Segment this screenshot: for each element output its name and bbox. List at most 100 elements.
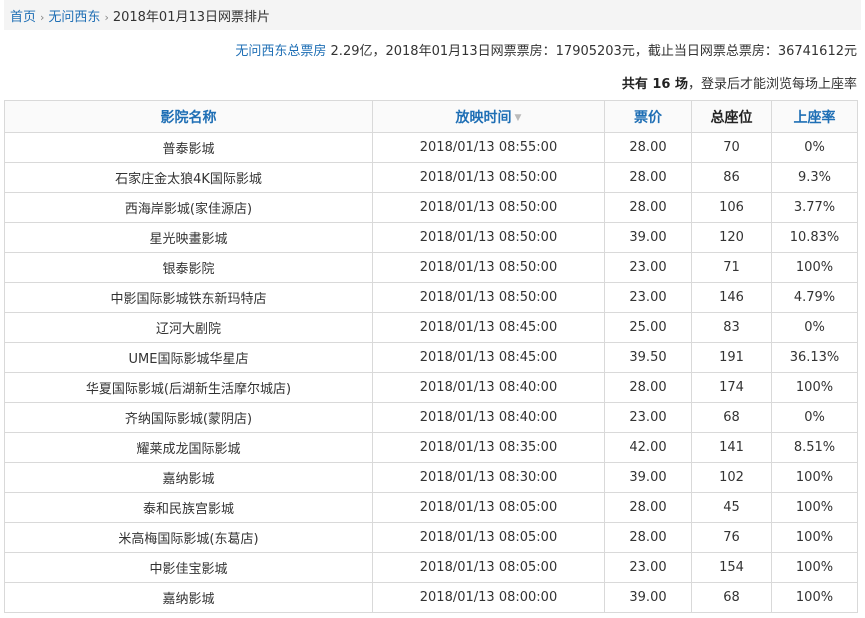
table-row: 米高梅国际影城(东葛店) 2018/01/13 08:05:00 28.00 7… <box>4 522 858 553</box>
cell-cinema: UME国际影城华星店 <box>4 342 373 373</box>
breadcrumb-home-link[interactable]: 首页 <box>10 10 36 25</box>
table-row: UME国际影城华星店 2018/01/13 08:45:00 39.50 191… <box>4 342 858 373</box>
cell-cinema: 中影佳宝影城 <box>4 552 373 583</box>
cell-cinema: 西海岸影城(家佳源店) <box>4 192 373 223</box>
cell-seats: 146 <box>691 282 772 313</box>
cell-price: 23.00 <box>604 402 692 433</box>
cell-price: 28.00 <box>604 192 692 223</box>
table-row: 华夏国际影城(后湖新生活摩尔城店) 2018/01/13 08:40:00 28… <box>4 372 858 403</box>
cell-seats: 70 <box>691 132 772 163</box>
cell-time: 2018/01/13 08:55:00 <box>372 132 605 163</box>
cell-cinema: 华夏国际影城(后湖新生活摩尔城店) <box>4 372 373 403</box>
breadcrumb-separator-icon: › <box>40 11 45 24</box>
cell-seats: 106 <box>691 192 772 223</box>
cell-price: 28.00 <box>604 132 692 163</box>
cell-seats: 68 <box>691 402 772 433</box>
cell-price: 39.00 <box>604 222 692 253</box>
breadcrumb: 首页 › 无问西东 › 2018年01月13日网票排片 <box>4 0 861 30</box>
cell-time: 2018/01/13 08:00:00 <box>372 582 605 613</box>
cell-time: 2018/01/13 08:45:00 <box>372 312 605 343</box>
table-row: 银泰影院 2018/01/13 08:50:00 23.00 71 100% <box>4 252 858 283</box>
cell-rate: 100% <box>771 372 858 403</box>
table-row: 中影佳宝影城 2018/01/13 08:05:00 23.00 154 100… <box>4 552 858 583</box>
cell-seats: 174 <box>691 372 772 403</box>
cell-time: 2018/01/13 08:50:00 <box>372 252 605 283</box>
cell-cinema: 星光映畫影城 <box>4 222 373 253</box>
cell-seats: 76 <box>691 522 772 553</box>
column-header-rate[interactable]: 上座率 <box>771 100 858 133</box>
cell-price: 42.00 <box>604 432 692 463</box>
cell-price: 28.00 <box>604 162 692 193</box>
cell-seats: 141 <box>691 432 772 463</box>
cell-price: 25.00 <box>604 312 692 343</box>
cell-time: 2018/01/13 08:50:00 <box>372 282 605 313</box>
cell-price: 39.50 <box>604 342 692 373</box>
column-header-seats: 总座位 <box>691 100 772 133</box>
cell-time: 2018/01/13 08:30:00 <box>372 462 605 493</box>
table-row: 石家庄金太狼4K国际影城 2018/01/13 08:50:00 28.00 8… <box>4 162 858 193</box>
cell-cinema: 普泰影城 <box>4 132 373 163</box>
column-header-cinema[interactable]: 影院名称 <box>4 100 373 133</box>
cell-rate: 0% <box>771 402 858 433</box>
cell-rate: 100% <box>771 252 858 283</box>
cell-time: 2018/01/13 08:50:00 <box>372 192 605 223</box>
sessions-table: 影院名称 放映时间 ▼ 票价 总座位 上座率 普泰影城 2018/01/13 08… <box>4 100 858 613</box>
cell-cinema: 齐纳国际影城(蒙阴店) <box>4 402 373 433</box>
cell-rate: 10.83% <box>771 222 858 253</box>
cell-price: 23.00 <box>604 282 692 313</box>
cell-time: 2018/01/13 08:05:00 <box>372 492 605 523</box>
cell-price: 28.00 <box>604 492 692 523</box>
cell-rate: 8.51% <box>771 432 858 463</box>
cell-price: 28.00 <box>604 522 692 553</box>
cell-cinema: 米高梅国际影城(东葛店) <box>4 522 373 553</box>
cell-seats: 191 <box>691 342 772 373</box>
table-row: 西海岸影城(家佳源店) 2018/01/13 08:50:00 28.00 10… <box>4 192 858 223</box>
cell-rate: 0% <box>771 132 858 163</box>
table-row: 泰和民族宫影城 2018/01/13 08:05:00 28.00 45 100… <box>4 492 858 523</box>
cell-rate: 100% <box>771 582 858 613</box>
cell-rate: 100% <box>771 522 858 553</box>
breadcrumb-current: 2018年01月13日网票排片 <box>112 10 271 25</box>
table-row: 普泰影城 2018/01/13 08:55:00 28.00 70 0% <box>4 132 858 163</box>
session-count: 共有 16 场 <box>621 77 688 92</box>
breadcrumb-movie-link[interactable]: 无问西东 <box>48 10 100 25</box>
box-office-summary-text: 2.29亿，2018年01月13日网票票房：17905203元，截止当日网票总票… <box>326 44 857 59</box>
column-header-time[interactable]: 放映时间 ▼ <box>372 100 605 133</box>
cell-seats: 154 <box>691 552 772 583</box>
total-box-office-link[interactable]: 无问西东总票房 <box>235 44 326 59</box>
column-header-price[interactable]: 票价 <box>604 100 692 133</box>
cell-cinema: 耀莱成龙国际影城 <box>4 432 373 463</box>
login-notice: ，登录后才能浏览每场上座率 <box>687 77 857 92</box>
cell-seats: 83 <box>691 312 772 343</box>
table-row: 耀莱成龙国际影城 2018/01/13 08:35:00 42.00 141 8… <box>4 432 858 463</box>
cell-rate: 100% <box>771 552 858 583</box>
box-office-summary: 无问西东总票房 2.29亿，2018年01月13日网票票房：17905203元，… <box>235 40 857 59</box>
table-row: 嘉纳影城 2018/01/13 08:00:00 39.00 68 100% <box>4 582 858 613</box>
table-row: 嘉纳影城 2018/01/13 08:30:00 39.00 102 100% <box>4 462 858 493</box>
cell-cinema: 泰和民族宫影城 <box>4 492 373 523</box>
cell-time: 2018/01/13 08:05:00 <box>372 522 605 553</box>
cell-price: 23.00 <box>604 252 692 283</box>
cell-time: 2018/01/13 08:50:00 <box>372 222 605 253</box>
table-header-row: 影院名称 放映时间 ▼ 票价 总座位 上座率 <box>4 100 858 133</box>
cell-rate: 100% <box>771 492 858 523</box>
cell-price: 39.00 <box>604 462 692 493</box>
cell-cinema: 石家庄金太狼4K国际影城 <box>4 162 373 193</box>
cell-seats: 68 <box>691 582 772 613</box>
column-header-time-label: 放映时间 <box>455 109 512 126</box>
cell-rate: 0% <box>771 312 858 343</box>
table-row: 辽河大剧院 2018/01/13 08:45:00 25.00 83 0% <box>4 312 858 343</box>
cell-seats: 86 <box>691 162 772 193</box>
sort-down-icon: ▼ <box>514 112 522 123</box>
cell-rate: 9.3% <box>771 162 858 193</box>
table-row: 中影国际影城铁东新玛特店 2018/01/13 08:50:00 23.00 1… <box>4 282 858 313</box>
cell-price: 23.00 <box>604 552 692 583</box>
cell-time: 2018/01/13 08:40:00 <box>372 372 605 403</box>
cell-time: 2018/01/13 08:40:00 <box>372 402 605 433</box>
cell-cinema: 嘉纳影城 <box>4 462 373 493</box>
cell-seats: 102 <box>691 462 772 493</box>
cell-rate: 100% <box>771 462 858 493</box>
cell-cinema: 中影国际影城铁东新玛特店 <box>4 282 373 313</box>
table-body: 普泰影城 2018/01/13 08:55:00 28.00 70 0% 石家庄… <box>4 132 858 613</box>
cell-cinema: 嘉纳影城 <box>4 582 373 613</box>
